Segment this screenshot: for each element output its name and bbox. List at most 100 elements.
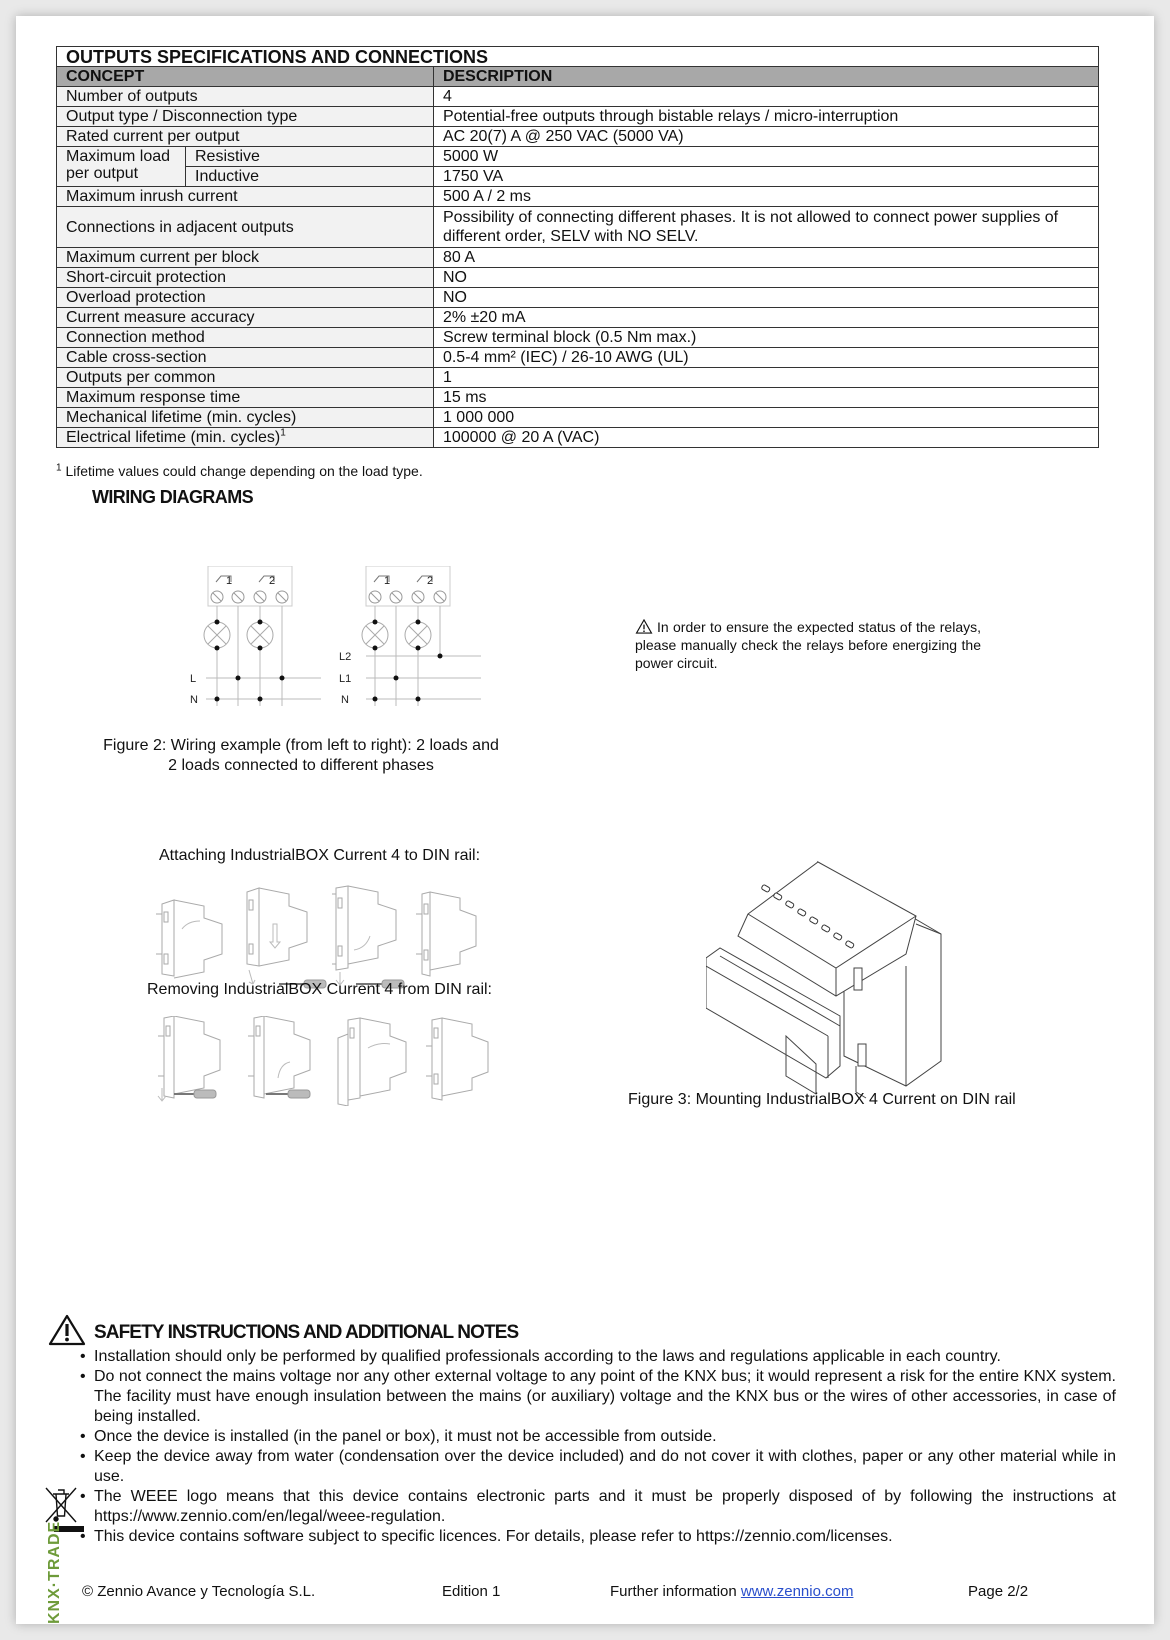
list-item: Once the device is installed (in the pan… [80,1427,1116,1447]
device-side-view [332,885,405,989]
sub-concept-cell: Resistive [185,146,434,167]
remove-din-rail-label: Removing IndustrialBOX Current 4 from DI… [147,981,492,998]
table-footnote: 1 Lifetime values could change depending… [56,463,423,479]
description-cell: Screw terminal block (0.5 Nm max.) [432,327,1100,348]
concept-cell: Outputs per common [56,367,434,388]
description-cell: NO [432,287,1100,308]
table-row: Maximum response time 15 ms [56,387,1100,408]
caption-line: Figure 2: Wiring example (from left to r… [103,737,499,754]
concept-cell: Current measure accuracy [56,307,434,328]
description-cell: 0.5-4 mm² (IEC) / 26-10 AWG (UL) [432,347,1100,368]
description-cell: NO [432,267,1100,288]
concept-line: per output [66,165,139,182]
footnote-ref: 1 [280,427,286,439]
footer-edition: Edition 1 [442,1583,501,1600]
footer-copyright: © Zennio Avance y Tecnología S.L. [82,1583,316,1600]
wiring-diagram: 1 2 L N 1 2 L2 L1 N [190,566,481,706]
safety-heading: SAFETY INSTRUCTIONS AND ADDITIONAL NOTES [94,1322,519,1343]
footnote-text: Lifetime values could change depending o… [61,463,423,479]
device-side-view [157,1016,221,1102]
concept-cell: Maximum response time [56,387,434,408]
relay-status-note: In order to ensure the expected status o… [635,618,981,672]
weee-bin-icon [45,1487,77,1523]
concept-cell: Short-circuit protection [56,267,434,288]
table-row: Current measure accuracy 2% ±20 mA [56,307,1100,328]
relay-contact-symbol [215,575,275,583]
table-row: Output type / Disconnection type Potenti… [56,106,1100,127]
further-info-label: Further information [610,1583,741,1600]
concept-text: Electrical lifetime (min. cycles) [66,429,281,446]
wiring-diagrams-heading: WIRING DIAGRAMS [92,487,254,507]
table-row: Number of outputs 4 [56,86,1100,107]
concept-cell: Overload protection [56,287,434,308]
side-window [853,967,863,991]
line-label: N [190,694,198,706]
terminal-label: 2 [427,575,433,587]
device-side-view [416,891,477,977]
column-header-concept: CONCEPT [56,66,434,87]
table-row: Maximum load per output Resistive 5000 W [56,146,1100,187]
device-side-view [426,1017,489,1101]
concept-cell: Output type / Disconnection type [56,106,434,127]
concept-line: Maximum load [66,148,171,165]
description-cell: 2% ±20 mA [432,307,1100,328]
description-cell: 1 000 000 [432,407,1100,428]
specifications-table: OUTPUTS SPECIFICATIONS AND CONNECTIONS C… [56,46,1100,448]
table-row: Inductive 1750 VA [57,166,1100,187]
terminal-label: 1 [226,575,232,587]
line-label: L2 [339,651,351,663]
description-cell: 4 [432,86,1100,107]
table-title: OUTPUTS SPECIFICATIONS AND CONNECTIONS [56,46,1099,67]
side-window [857,1043,867,1067]
footer-further-info: Further information www.zennio.com [610,1583,853,1600]
attach-din-rail-label: Attaching IndustrialBOX Current 4 to DIN… [159,847,481,864]
table-row: Rated current per output AC 20(7) A @ 25… [56,126,1100,147]
concept-cell: Electrical lifetime (min. cycles)1 [56,427,434,448]
description-cell: Possibility of connecting different phas… [432,206,1100,248]
table-row: Electrical lifetime (min. cycles)1 10000… [56,427,1100,448]
caption-line: 2 loads connected to different phases [168,757,434,774]
zennio-website-link[interactable]: www.zennio.com [741,1583,854,1600]
table-row: Maximum current per block 80 A [56,247,1100,268]
device-side-view [156,899,223,979]
relay-note-text: In order to ensure the expected status o… [635,619,981,671]
table-row: Mechanical lifetime (min. cycles) 1 000 … [56,407,1100,428]
figure2-caption: Figure 2: Wiring example (from left to r… [86,736,516,776]
attach-steps-illustration [156,885,477,989]
description-cell: 500 A / 2 ms [432,186,1100,207]
line-label: L1 [339,673,351,685]
list-item: Installation should only be performed by… [80,1347,1116,1367]
concept-cell: Rated current per output [56,126,434,147]
concept-cell: Maximum load per output [56,146,186,187]
table-row: Connections in adjacent outputs Possibil… [56,206,1100,248]
description-cell: Potential-free outputs through bistable … [432,106,1100,127]
table-row: Cable cross-section 0.5-4 mm² (IEC) / 26… [56,347,1100,368]
screw-terminals [210,590,289,604]
knx-trade-text: KNX·TRADE [46,1520,63,1624]
concept-cell: Maximum current per block [56,247,434,268]
device-side-view [248,1016,311,1099]
table-row: Connection method Screw terminal block (… [56,327,1100,348]
list-item: Do not connect the mains voltage nor any… [80,1367,1116,1427]
safety-instructions-list: Installation should only be performed by… [80,1347,1116,1547]
figure3-caption: Figure 3: Mounting IndustrialBOX 4 Curre… [628,1091,1016,1108]
knx-trade-watermark: KNX·TRADE [42,1520,84,1636]
terminal-label: 1 [384,575,390,587]
concept-cell: Connections in adjacent outputs [56,206,434,248]
device-side-view [337,1017,407,1106]
concept-cell: Maximum inrush current [56,186,434,207]
description-cell: 100000 @ 20 A (VAC) [432,427,1100,448]
concept-cell: Cable cross-section [56,347,434,368]
description-cell: 80 A [432,247,1100,268]
wiring-diagram-two-loads: 1 2 L N [190,566,321,706]
concept-cell: Connection method [56,327,434,348]
device-din-mount-illustration [706,860,942,1099]
table-row: Overload protection NO [56,287,1100,308]
relay-contact-symbol [373,575,433,583]
warning-triangle-icon [48,1314,86,1346]
table-row: Maximum inrush current 500 A / 2 ms [56,186,1100,207]
terminal-label: 2 [269,575,275,587]
table-row: Outputs per common 1 [56,367,1100,388]
concept-cell: Mechanical lifetime (min. cycles) [56,407,434,428]
wiring-diagram-different-phases: 1 2 L2 L1 N [339,566,481,706]
